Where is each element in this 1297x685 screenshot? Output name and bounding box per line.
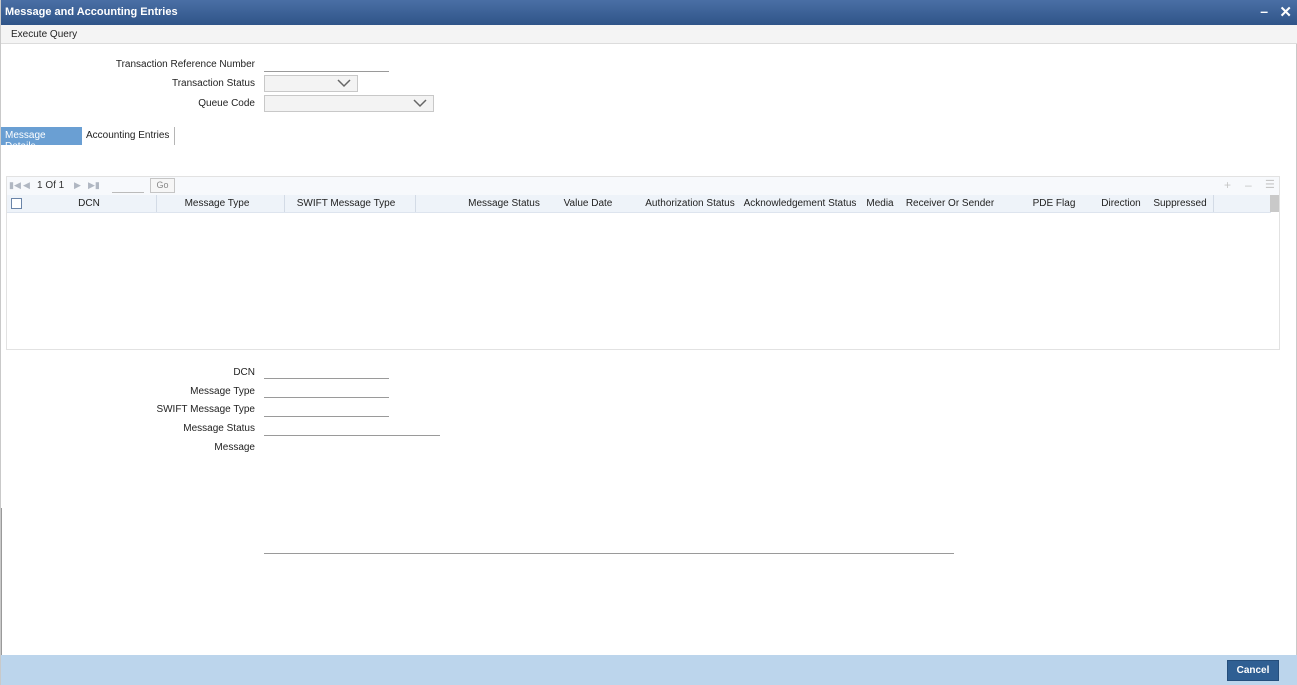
delete-row-icon[interactable]: – [1245,178,1252,192]
queue-code-label: Queue Code [198,98,255,109]
transaction-status-select[interactable] [264,75,358,92]
close-icon[interactable]: ✕ [1279,3,1292,21]
dcn-label: DCN [233,367,255,378]
page-number-input[interactable] [112,179,144,193]
last-page-icon[interactable]: ▶▮ [88,180,100,191]
title-bar: Message and Accounting Entries – ✕ [1,0,1297,25]
column-header[interactable]: Receiver Or Sender [903,198,997,209]
swift-message-type-label: SWIFT Message Type [156,404,255,415]
message-type-input[interactable] [264,384,389,398]
message-status-input[interactable] [264,422,440,436]
column-header[interactable]: Authorization Status [643,198,737,209]
column-header[interactable]: Acknowledgement Status [743,198,857,209]
column-header[interactable]: Message Status [449,198,559,209]
column-header[interactable]: Suppressed [1150,198,1210,209]
previous-page-icon[interactable]: ◀ [23,180,30,191]
grid-header: DCN Message Type SWIFT Message Type Mess… [7,195,1271,213]
swift-message-type-input[interactable] [264,403,389,417]
column-header[interactable]: Message Type [157,198,277,209]
chevron-down-icon [413,99,427,108]
cancel-button[interactable]: Cancel [1227,660,1279,681]
message-textarea[interactable] [264,553,954,554]
column-divider [1213,195,1214,212]
page-indicator: 1 Of 1 [37,180,65,191]
select-all-checkbox[interactable] [11,198,22,209]
column-header[interactable]: DCN [22,198,156,209]
grid-pager: ▮◀ ◀ 1 Of 1 ▶ ▶▮ Go + – ☰ [7,177,1279,195]
chevron-down-icon [337,79,351,88]
tab-accounting-entries[interactable]: Accounting Entries [82,127,175,145]
message-status-label: Message Status [183,423,255,434]
grid-scrollbar[interactable] [1270,195,1279,212]
column-header[interactable]: Direction [1097,198,1145,209]
footer-bar [1,655,1297,685]
minimize-icon[interactable]: – [1260,3,1268,19]
message-type-label: Message Type [190,386,255,397]
message-label: Message [214,442,255,453]
dcn-input[interactable] [264,365,389,379]
column-header[interactable]: Media [863,198,897,209]
transaction-status-label: Transaction Status [171,78,255,89]
add-row-icon[interactable]: + [1224,178,1231,192]
column-header[interactable]: PDE Flag [1022,198,1086,209]
execute-query-button[interactable]: Execute Query [11,29,77,40]
column-divider [415,195,416,212]
column-header[interactable]: Value Date [554,198,622,209]
first-page-icon[interactable]: ▮◀ [9,180,21,191]
message-accounting-window: Message and Accounting Entries – ✕ Execu… [0,0,1297,685]
divider [1,508,2,658]
next-page-icon[interactable]: ▶ [74,180,81,191]
tab-message-details[interactable]: Message Details [1,127,82,152]
column-header[interactable]: SWIFT Message Type [285,198,407,209]
go-button[interactable]: Go [150,178,175,193]
single-view-icon[interactable]: ☰ [1265,178,1275,191]
menu-bar: Execute Query [1,25,1297,44]
queue-code-select[interactable] [264,95,434,112]
window-title: Message and Accounting Entries [5,6,178,18]
message-grid: ▮◀ ◀ 1 Of 1 ▶ ▶▮ Go + – ☰ DCN Message Ty… [6,176,1280,350]
trn-input[interactable] [264,58,389,72]
trn-label: Transaction Reference Number [115,59,255,70]
